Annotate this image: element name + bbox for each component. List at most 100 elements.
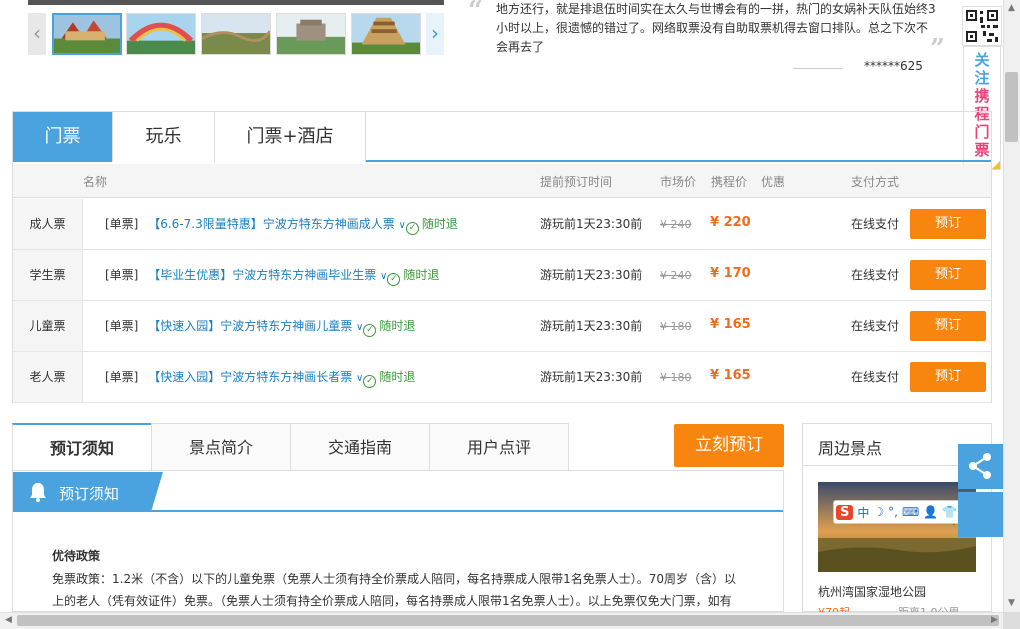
ime-item-icon[interactable]: S bbox=[836, 504, 854, 520]
corner-triangle-icon bbox=[992, 161, 1000, 169]
scroll-corner bbox=[1003, 612, 1020, 629]
policy-title: 优待政策 bbox=[52, 549, 101, 563]
ime-item-icon[interactable]: 👤 bbox=[923, 505, 938, 519]
ctrip-price: ¥ 165 bbox=[710, 317, 751, 332]
market-price: ¥ 180 bbox=[660, 320, 692, 333]
tab-traffic-guide[interactable]: 交通指南 bbox=[290, 423, 430, 471]
ime-item-icon[interactable]: 👕 bbox=[942, 505, 957, 519]
single-label: [单票] bbox=[105, 268, 139, 282]
ticket-type: 儿童票 bbox=[13, 301, 83, 351]
ime-item-icon[interactable]: 中 bbox=[857, 504, 869, 521]
horizontal-scroll-thumb[interactable] bbox=[17, 615, 999, 626]
tab-ticket-hotel[interactable]: 门票+酒店 bbox=[215, 112, 366, 162]
policy-line: 免票政策：1.2米（不含）以下的儿童免票（免票人士须有持全价票成人陪同，每名持票… bbox=[52, 572, 736, 586]
market-price: ¥ 180 bbox=[660, 371, 692, 384]
nearby-name[interactable]: 杭州湾国家湿地公园 bbox=[818, 583, 926, 600]
check-circle-icon: ✓ bbox=[363, 324, 377, 337]
qr-code-icon[interactable] bbox=[962, 6, 1002, 46]
payment-method: 在线支付 bbox=[851, 268, 900, 282]
tab-tickets[interactable]: 门票 bbox=[13, 112, 113, 162]
gallery-thumb[interactable] bbox=[201, 13, 272, 55]
tab-booking-notes[interactable]: 预订须知 bbox=[12, 423, 152, 471]
ticket-name-link[interactable]: 【毕业生优惠】宁波方特东方神画毕业生票 bbox=[148, 268, 376, 282]
book-now-button[interactable]: 立刻预订 bbox=[674, 424, 784, 467]
market-price: ¥ 240 bbox=[660, 269, 692, 282]
vertical-scroll-thumb[interactable] bbox=[1005, 72, 1018, 142]
share-button[interactable] bbox=[958, 444, 1003, 489]
ctrip-price: ¥ 170 bbox=[710, 266, 751, 281]
col-advance: 提前预订时间 bbox=[540, 175, 613, 189]
refund-badge[interactable]: 随时退 bbox=[422, 217, 458, 231]
divider bbox=[793, 68, 843, 69]
scroll-right-icon[interactable]: ▶ bbox=[986, 612, 1003, 629]
ticket-name-cell: [单票] 【快速入园】宁波方特东方神画儿童票 ∨ ✓ 随时退 bbox=[105, 319, 415, 337]
advance-time: 游玩前1天23:30前 bbox=[540, 268, 643, 282]
follow-char: 注 bbox=[974, 69, 990, 87]
book-button[interactable]: 预订 bbox=[910, 209, 986, 239]
single-label: [单票] bbox=[105, 370, 139, 384]
chevron-down-icon[interactable]: ∨ bbox=[356, 322, 363, 333]
chevron-down-icon[interactable]: ∨ bbox=[380, 271, 387, 282]
advance-time: 游玩前1天23:30前 bbox=[540, 370, 643, 384]
col-market-price: 市场价 bbox=[660, 175, 697, 189]
bell-icon bbox=[30, 483, 46, 502]
single-label: [单票] bbox=[105, 217, 139, 231]
ticket-name-link[interactable]: 【快速入园】宁波方特东方神画长者票 bbox=[148, 370, 352, 384]
col-payment: 支付方式 bbox=[851, 175, 900, 189]
ticket-type: 老人票 bbox=[13, 352, 83, 402]
gallery-prev-button[interactable]: ‹ bbox=[28, 13, 46, 55]
scroll-left-icon[interactable]: ◀ bbox=[0, 612, 17, 629]
refund-badge[interactable]: 随时退 bbox=[379, 319, 415, 333]
check-circle-icon: ✓ bbox=[363, 375, 377, 388]
ticket-type: 学生票 bbox=[13, 250, 83, 300]
chevron-down-icon[interactable]: ∨ bbox=[399, 220, 406, 231]
gallery-thumb[interactable] bbox=[351, 13, 421, 55]
row-divider bbox=[13, 249, 991, 250]
ticket-name-link[interactable]: 【快速入园】宁波方特东方神画儿童票 bbox=[148, 319, 352, 333]
gallery-main-image bbox=[28, 0, 444, 5]
refund-badge[interactable]: 随时退 bbox=[379, 370, 415, 384]
ticket-name-cell: [单票] 【快速入园】宁波方特东方神画长者票 ∨ ✓ 随时退 bbox=[105, 370, 415, 388]
scroll-down-icon[interactable]: ▼ bbox=[1003, 595, 1020, 612]
review-text: 地方还行，就是排退伍时间实在太久与世博会有的一拼，热门的女娲补天队伍始终3小时以… bbox=[496, 2, 936, 54]
gallery-thumb[interactable] bbox=[52, 13, 122, 55]
notice-header: 预订须知 bbox=[13, 472, 163, 512]
ticket-name-link[interactable]: 【6.6-7.3限量特惠】宁波方特东方神画成人票 bbox=[148, 217, 395, 231]
tab-user-reviews[interactable]: 用户点评 bbox=[429, 423, 569, 471]
tab-attraction-intro[interactable]: 景点简介 bbox=[151, 423, 291, 471]
book-button[interactable]: 预订 bbox=[910, 260, 986, 290]
refund-badge[interactable]: 随时退 bbox=[403, 268, 439, 282]
ime-item-icon[interactable]: °, bbox=[888, 505, 898, 519]
side-tool-button[interactable] bbox=[958, 492, 1003, 537]
book-button[interactable]: 预订 bbox=[910, 362, 986, 392]
gallery-thumb[interactable] bbox=[126, 13, 196, 55]
quote-close-icon: ” bbox=[930, 34, 945, 64]
ticket-name-cell: [单票] 【毕业生优惠】宁波方特东方神画毕业生票 ∨ ✓ 随时退 bbox=[105, 268, 439, 286]
nearby-image[interactable] bbox=[818, 482, 976, 572]
review-user: ******625 bbox=[864, 59, 923, 73]
payment-method: 在线支付 bbox=[851, 217, 900, 231]
payment-method: 在线支付 bbox=[851, 319, 900, 333]
gallery-next-button[interactable]: › bbox=[426, 13, 444, 55]
nearby-title: 周边景点 bbox=[818, 439, 883, 458]
policy-line: 上的老人（凭有效证件）免票。（免票人士须有持全价票成人陪同，每名持票成人限带1名… bbox=[52, 594, 732, 608]
share-icon bbox=[969, 453, 991, 479]
row-divider bbox=[13, 300, 991, 301]
advance-time: 游玩前1天23:30前 bbox=[540, 319, 643, 333]
col-ctrip-price: 携程价 bbox=[711, 175, 748, 189]
scroll-up-icon[interactable]: ▲ bbox=[1003, 0, 1020, 17]
ctrip-price: ¥ 220 bbox=[710, 215, 751, 230]
book-button[interactable]: 预订 bbox=[910, 311, 986, 341]
ticket-type: 成人票 bbox=[13, 199, 83, 249]
ticket-name-cell: [单票] 【6.6-7.3限量特惠】宁波方特东方神画成人票 ∨ ✓ 随时退 bbox=[105, 217, 458, 235]
payment-method: 在线支付 bbox=[851, 370, 900, 384]
gallery-thumb[interactable] bbox=[276, 13, 346, 55]
quote-open-icon: “ bbox=[468, 0, 483, 26]
tab-activities[interactable]: 玩乐 bbox=[113, 112, 215, 162]
ime-item-icon[interactable]: ☽ bbox=[873, 505, 884, 519]
check-circle-icon: ✓ bbox=[405, 222, 419, 235]
row-divider bbox=[13, 402, 991, 403]
row-divider bbox=[13, 351, 991, 352]
chevron-down-icon[interactable]: ∨ bbox=[356, 373, 363, 384]
ime-item-icon[interactable]: ⌨ bbox=[902, 505, 919, 519]
